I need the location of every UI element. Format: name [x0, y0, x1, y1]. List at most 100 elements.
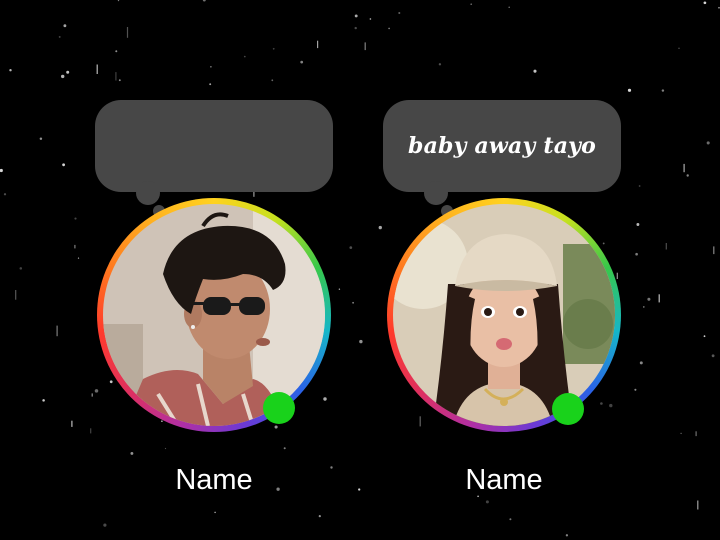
- star-speck: [665, 243, 667, 250]
- star-speck: [703, 335, 706, 338]
- star-speck: [243, 55, 246, 58]
- avatar-photo: [393, 204, 615, 426]
- star-speck: [713, 246, 715, 255]
- star-speck: [678, 47, 680, 49]
- star-speck: [126, 27, 129, 38]
- star-speck: [509, 518, 512, 521]
- star-speck: [164, 447, 167, 450]
- profile-photo-man-icon: [103, 204, 325, 426]
- star-speck: [103, 523, 107, 527]
- star-speck: [686, 174, 689, 177]
- star-speck: [364, 42, 366, 51]
- star-speck: [271, 79, 274, 82]
- note-bubble[interactable]: [95, 100, 333, 192]
- star-speck: [214, 511, 216, 514]
- online-status-dot: [552, 393, 584, 425]
- star-speck: [42, 399, 45, 402]
- star-speck: [161, 420, 163, 423]
- star-speck: [697, 500, 699, 510]
- star-speck: [323, 397, 327, 401]
- star-speck: [90, 428, 92, 434]
- star-speck: [62, 163, 65, 167]
- star-speck: [438, 63, 442, 66]
- star-speck: [130, 451, 134, 455]
- star-speck: [358, 488, 361, 491]
- star-speck: [56, 325, 58, 337]
- star-speck: [647, 297, 651, 301]
- star-speck: [636, 223, 640, 226]
- star-speck: [115, 72, 117, 81]
- star-speck: [318, 515, 321, 518]
- note-bubble-tail: [136, 181, 160, 205]
- star-speck: [3, 193, 7, 196]
- avatar-photo: [103, 204, 325, 426]
- star-speck: [96, 64, 98, 74]
- star-speck: [91, 393, 93, 397]
- star-speck: [470, 3, 473, 6]
- star-speck: [77, 257, 80, 259]
- star-speck: [634, 388, 637, 391]
- star-speck: [19, 267, 23, 270]
- star-speck: [658, 294, 660, 303]
- star-speck: [9, 68, 12, 72]
- star-speck: [600, 402, 603, 405]
- online-status-dot: [263, 392, 295, 424]
- note-bubble-tail: [424, 181, 448, 205]
- star-speck: [627, 88, 632, 92]
- star-speck: [706, 141, 710, 145]
- star-speck: [680, 432, 682, 435]
- star-speck: [703, 1, 707, 5]
- star-speck: [202, 0, 206, 2]
- star-speck: [60, 74, 65, 79]
- star-speck: [118, 79, 121, 82]
- note-text: baby away tayo: [407, 133, 597, 159]
- star-speck: [354, 14, 358, 18]
- note-bubble[interactable]: baby away tayo: [383, 100, 621, 192]
- star-speck: [71, 420, 73, 427]
- star-speck: [317, 40, 319, 49]
- star-speck: [115, 50, 118, 53]
- star-speck: [58, 35, 61, 38]
- star-speck: [117, 0, 120, 2]
- star-speck: [388, 27, 390, 30]
- star-speck: [338, 288, 341, 290]
- star-speck: [602, 242, 605, 245]
- star-speck: [359, 339, 363, 344]
- star-speck: [661, 89, 665, 92]
- avatar-ring[interactable]: [387, 198, 621, 432]
- star-speck: [283, 447, 286, 450]
- star-speck: [15, 290, 17, 300]
- star-speck: [209, 83, 212, 86]
- star-speck: [508, 6, 510, 9]
- profile-photo-woman-icon: [393, 204, 615, 426]
- star-speck: [683, 163, 685, 173]
- star-speck: [378, 225, 382, 230]
- star-speck: [609, 403, 613, 408]
- avatar-ring[interactable]: [97, 198, 331, 432]
- star-speck: [63, 24, 67, 28]
- star-speck: [39, 137, 43, 140]
- star-speck: [74, 244, 76, 249]
- star-speck: [352, 301, 354, 304]
- star-speck: [74, 217, 77, 220]
- star-speck: [272, 47, 275, 50]
- star-speck: [300, 60, 304, 64]
- star-speck: [354, 26, 357, 30]
- star-speck: [274, 425, 278, 429]
- star-speck: [565, 534, 569, 537]
- star-speck: [94, 389, 99, 393]
- star-speck: [635, 252, 638, 256]
- star-speck: [349, 246, 353, 249]
- star-speck: [711, 354, 715, 358]
- star-speck: [638, 185, 641, 187]
- star-speck: [419, 416, 421, 427]
- star-speck: [533, 69, 537, 73]
- star-speck: [210, 65, 212, 68]
- star-speck: [695, 431, 697, 437]
- star-speck: [485, 500, 489, 504]
- star-speck: [369, 18, 372, 20]
- star-speck: [66, 70, 70, 74]
- star-speck: [639, 361, 643, 365]
- star-speck: [0, 168, 3, 173]
- star-speck: [616, 272, 618, 279]
